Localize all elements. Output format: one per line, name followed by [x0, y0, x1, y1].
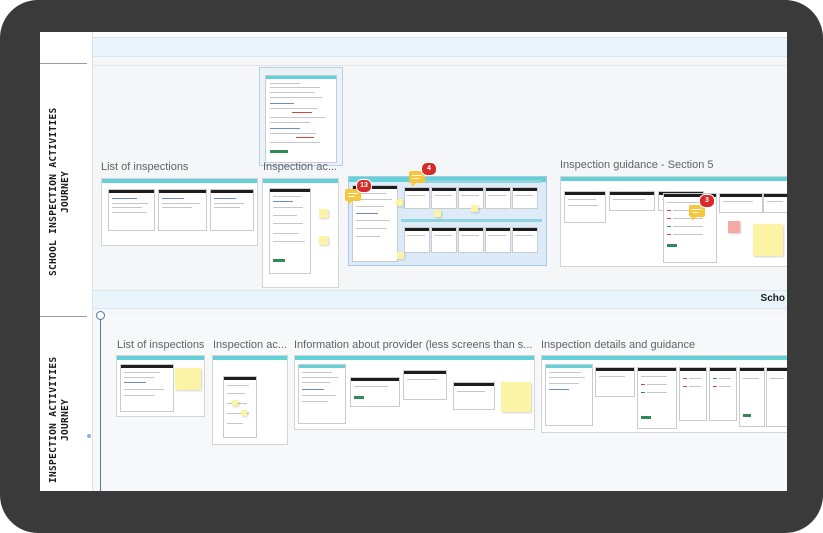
frame-information-about-provider[interactable]: [294, 355, 535, 430]
frame-title[interactable]: Inspection ac...: [213, 339, 287, 351]
sticky-note[interactable]: [232, 400, 238, 406]
top-band: [40, 32, 787, 57]
frame-screen-preview[interactable]: [259, 67, 343, 166]
sticky-note[interactable]: [397, 252, 404, 259]
sticky-note[interactable]: [396, 199, 403, 206]
notification-badge[interactable]: 4: [421, 162, 437, 176]
lane-band-title: Scho: [760, 293, 785, 304]
frame-title[interactable]: Information about provider (less screens…: [294, 339, 532, 351]
sticky-note[interactable]: [728, 221, 740, 233]
lane-divider-band: Scho: [93, 290, 787, 309]
frame-provider-info-group[interactable]: [348, 176, 547, 266]
whiteboard-canvas[interactable]: SCHOOL INSPECTION ACTIVITIES JOURNEY INS…: [40, 32, 787, 491]
lane-separator: [40, 316, 87, 317]
lane-separator: [40, 63, 87, 64]
sticky-note[interactable]: [241, 410, 247, 416]
lane-label-inspection-activities: INSPECTION ACTIVITIES JOURNEY: [48, 356, 71, 483]
sticky-note[interactable]: [753, 224, 783, 256]
frame-title[interactable]: List of inspections: [117, 339, 204, 351]
frame-inspection-details-and-guidance[interactable]: [541, 355, 787, 433]
frame-title[interactable]: Inspection details and guidance: [541, 339, 695, 351]
sticky-note[interactable]: [175, 368, 201, 390]
frame-inspection-activities[interactable]: [212, 355, 288, 445]
connector-line: [100, 315, 101, 491]
frame-title[interactable]: List of inspections: [101, 161, 188, 173]
frame-inspection-guidance[interactable]: [560, 176, 787, 267]
sticky-note[interactable]: [319, 236, 328, 245]
swimlane-label-column: SCHOOL INSPECTION ACTIVITIES JOURNEY INS…: [40, 32, 93, 491]
lane-connector-dot[interactable]: [96, 311, 105, 320]
sticky-note[interactable]: [471, 205, 478, 212]
lane-label-school-inspection: SCHOOL INSPECTION ACTIVITIES JOURNEY: [48, 107, 71, 277]
notification-badge[interactable]: 13: [356, 179, 372, 193]
frame-list-of-inspections[interactable]: [101, 178, 258, 246]
resize-handle-dot[interactable]: [87, 434, 91, 438]
frame-title[interactable]: Inspection ac...: [263, 161, 337, 173]
frame-list-of-inspections[interactable]: [116, 355, 205, 417]
sticky-note[interactable]: [501, 382, 531, 412]
sticky-note[interactable]: [319, 209, 328, 218]
sticky-note[interactable]: [434, 210, 441, 217]
frame-title[interactable]: Inspection guidance - Section 5: [560, 159, 714, 171]
notification-badge[interactable]: 3: [699, 194, 715, 208]
frame-inspection-activities[interactable]: [262, 178, 339, 288]
